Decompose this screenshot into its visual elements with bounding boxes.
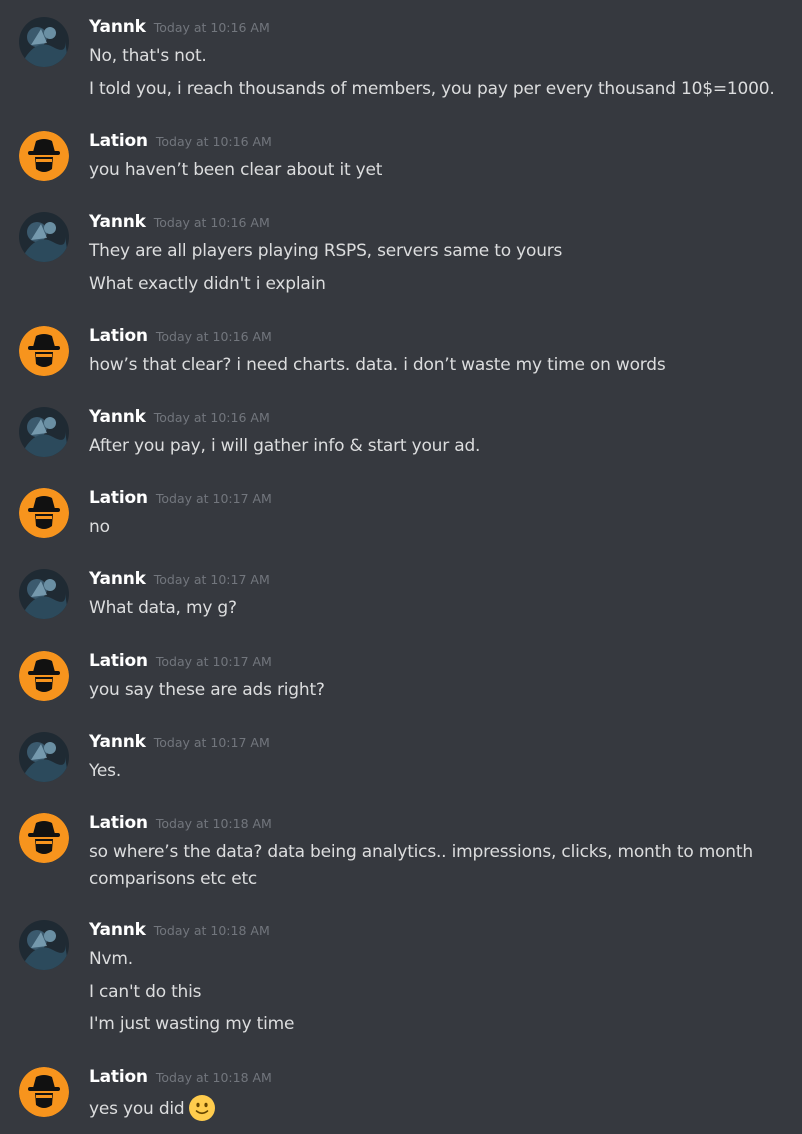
timestamp: Today at 10:16 AM [155,134,272,149]
message-header: Yannk Today at 10:17 AM [89,732,270,756]
message-text: you haven’t been clear about it yet [89,160,383,180]
username[interactable]: Lation [89,651,148,671]
timestamp: Today at 10:16 AM [153,410,270,425]
user-avatar[interactable] [19,17,69,67]
user-avatar[interactable] [19,407,69,457]
username[interactable]: Lation [89,326,148,346]
message-text: yes you did [89,1094,779,1123]
username[interactable]: Lation [89,813,148,833]
message-header: Lation Today at 10:16 AM [89,131,272,155]
timestamp: Today at 10:18 AM [153,923,270,938]
message-text: What data, my g? [89,598,237,618]
username[interactable]: Yannk [89,569,146,589]
message-text: They are all players playing RSPS, serve… [89,241,563,261]
timestamp: Today at 10:16 AM [153,20,270,35]
username[interactable]: Yannk [89,407,146,427]
username[interactable]: Yannk [89,920,146,940]
user-avatar[interactable] [19,212,69,262]
message-text: What exactly didn't i explain [89,274,326,294]
message-text: Yes. [89,761,122,781]
message-header: Lation Today at 10:16 AM [89,326,272,350]
message-text: No, that's not. [89,46,207,66]
message-text: After you pay, i will gather info & star… [89,436,481,456]
message-header: Yannk Today at 10:16 AM [89,407,270,431]
username[interactable]: Yannk [89,17,146,37]
message-text: no [89,517,110,537]
user-avatar[interactable] [19,651,69,701]
message-header: Lation Today at 10:17 AM [89,488,272,512]
message-text: comparisons etc etc [89,869,258,889]
username[interactable]: Yannk [89,212,146,232]
message-header: Lation Today at 10:18 AM [89,813,272,837]
message-text: Nvm. [89,949,133,969]
message-text: I'm just wasting my time [89,1014,295,1034]
user-avatar[interactable] [19,1067,69,1117]
message-text: I can't do this [89,982,202,1002]
timestamp: Today at 10:17 AM [155,491,272,506]
user-avatar[interactable] [19,569,69,619]
message-text: so where’s the data? data being analytic… [89,842,753,862]
message-text-content: yes you did [89,1099,185,1119]
timestamp: Today at 10:17 AM [153,572,270,587]
message-text: how’s that clear? i need charts. data. i… [89,355,666,375]
username[interactable]: Lation [89,1067,148,1087]
message-header: Lation Today at 10:17 AM [89,651,272,675]
timestamp: Today at 10:18 AM [155,816,272,831]
username[interactable]: Yannk [89,732,146,752]
slightly-smiling-face-icon[interactable] [188,1094,216,1122]
timestamp: Today at 10:17 AM [153,735,270,750]
user-avatar[interactable] [19,920,69,970]
message-header: Yannk Today at 10:16 AM [89,212,270,236]
timestamp: Today at 10:16 AM [155,329,272,344]
username[interactable]: Lation [89,131,148,151]
message-header: Yannk Today at 10:16 AM [89,17,270,41]
message-text: I told you, i reach thousands of members… [89,79,775,99]
message-header: Lation Today at 10:18 AM [89,1067,272,1091]
user-avatar[interactable] [19,131,69,181]
message-header: Yannk Today at 10:18 AM [89,920,270,944]
user-avatar[interactable] [19,732,69,782]
timestamp: Today at 10:18 AM [155,1070,272,1085]
chat-messages: Yannk Today at 10:16 AM No, that's not. I… [0,0,802,1134]
username[interactable]: Lation [89,488,148,508]
user-avatar[interactable] [19,488,69,538]
timestamp: Today at 10:16 AM [153,215,270,230]
user-avatar[interactable] [19,326,69,376]
user-avatar[interactable] [19,813,69,863]
timestamp: Today at 10:17 AM [155,654,272,669]
message-header: Yannk Today at 10:17 AM [89,569,270,593]
message-text: you say these are ads right? [89,680,325,700]
